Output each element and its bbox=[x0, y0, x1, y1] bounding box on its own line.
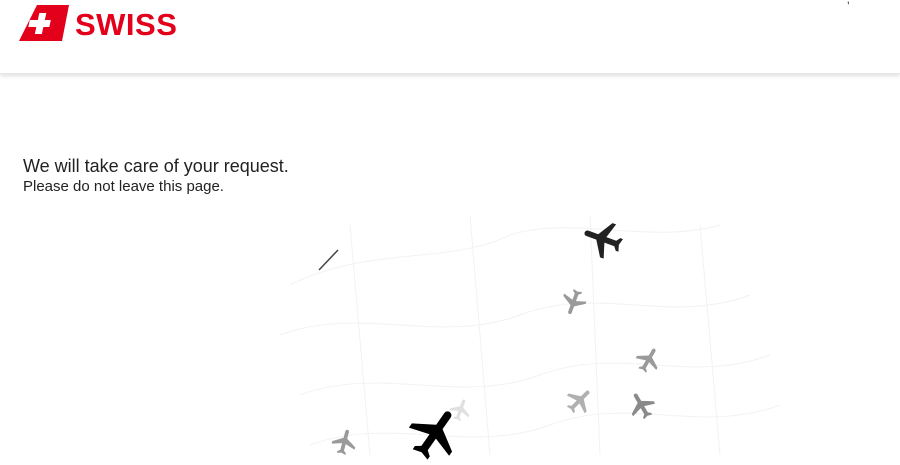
status-message-title: We will take care of your request. bbox=[23, 156, 289, 176]
airplane-icon bbox=[631, 393, 656, 420]
airplane-icon bbox=[331, 429, 356, 456]
status-message: We will take care of your request. Pleas… bbox=[23, 155, 289, 197]
loading-animation bbox=[250, 205, 790, 461]
swiss-flag-logo-icon bbox=[19, 5, 69, 41]
site-header: SWISS , bbox=[0, 0, 900, 74]
header-utility-text[interactable]: , bbox=[847, 0, 850, 6]
status-message-subtitle: Please do not leave this page. bbox=[23, 178, 224, 195]
airplane-icon bbox=[584, 223, 623, 259]
faded-map-background bbox=[279, 214, 781, 456]
airplane-icon bbox=[449, 399, 470, 422]
airplane-icon bbox=[563, 288, 587, 315]
airplane-icon bbox=[635, 348, 658, 373]
airplane-icon bbox=[566, 390, 590, 414]
swiss-logo-link[interactable]: SWISS bbox=[19, 5, 177, 43]
logo-wordmark: SWISS bbox=[75, 6, 178, 42]
